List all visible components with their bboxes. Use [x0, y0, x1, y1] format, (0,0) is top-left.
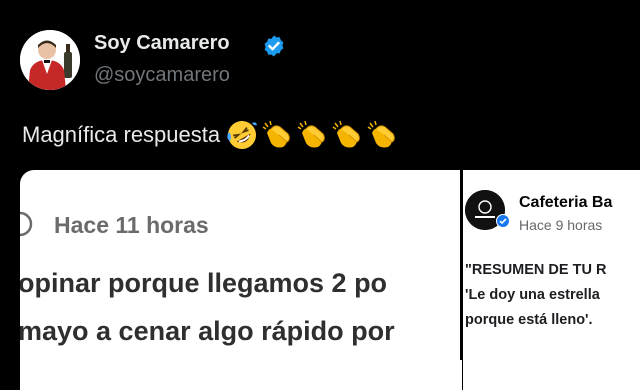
- clapping-hands-icon: [367, 120, 395, 148]
- page-name: Cafeteria Ba: [519, 194, 613, 211]
- review-text-line: opinar porque llegamos 2 po: [20, 268, 388, 298]
- review-text-line: mayo a cenar algo rápido por: [20, 316, 395, 346]
- response-text-line: 'Le doy una estrella: [465, 287, 600, 303]
- tweet-text: Magnífica respuesta: [22, 119, 398, 151]
- clock-icon: [20, 211, 33, 237]
- tweet-text-content: Magnífica respuesta: [22, 122, 221, 147]
- response-text-line: porque está lleno'.: [465, 312, 593, 328]
- clapping-hands-icon: [332, 120, 360, 148]
- author-name[interactable]: Soy Camarero: [94, 32, 230, 55]
- review-time: Hace 11 horas: [54, 212, 209, 238]
- rolling-on-floor-laughing-icon: [227, 121, 258, 149]
- author-avatar[interactable]: [20, 30, 80, 90]
- embedded-image-review[interactable]: Hace 11 horas opinar porque llegamos 2 p…: [20, 170, 462, 390]
- verified-badge-icon: [264, 35, 284, 57]
- response-text-line: "RESUMEN DE TU R: [465, 262, 607, 278]
- post-time: Hace 9 horas: [519, 217, 603, 233]
- verified-badge-icon: [496, 214, 510, 228]
- author-handle[interactable]: @soycamarero: [94, 64, 230, 87]
- clapping-hands-icon: [262, 120, 290, 148]
- embedded-image-response[interactable]: Cafeteria Ba Hace 9 horas "RESUMEN DE TU…: [463, 170, 640, 390]
- clapping-hands-icon: [297, 120, 325, 148]
- waiter-avatar-icon: [20, 30, 80, 90]
- emoji-row: [226, 119, 398, 151]
